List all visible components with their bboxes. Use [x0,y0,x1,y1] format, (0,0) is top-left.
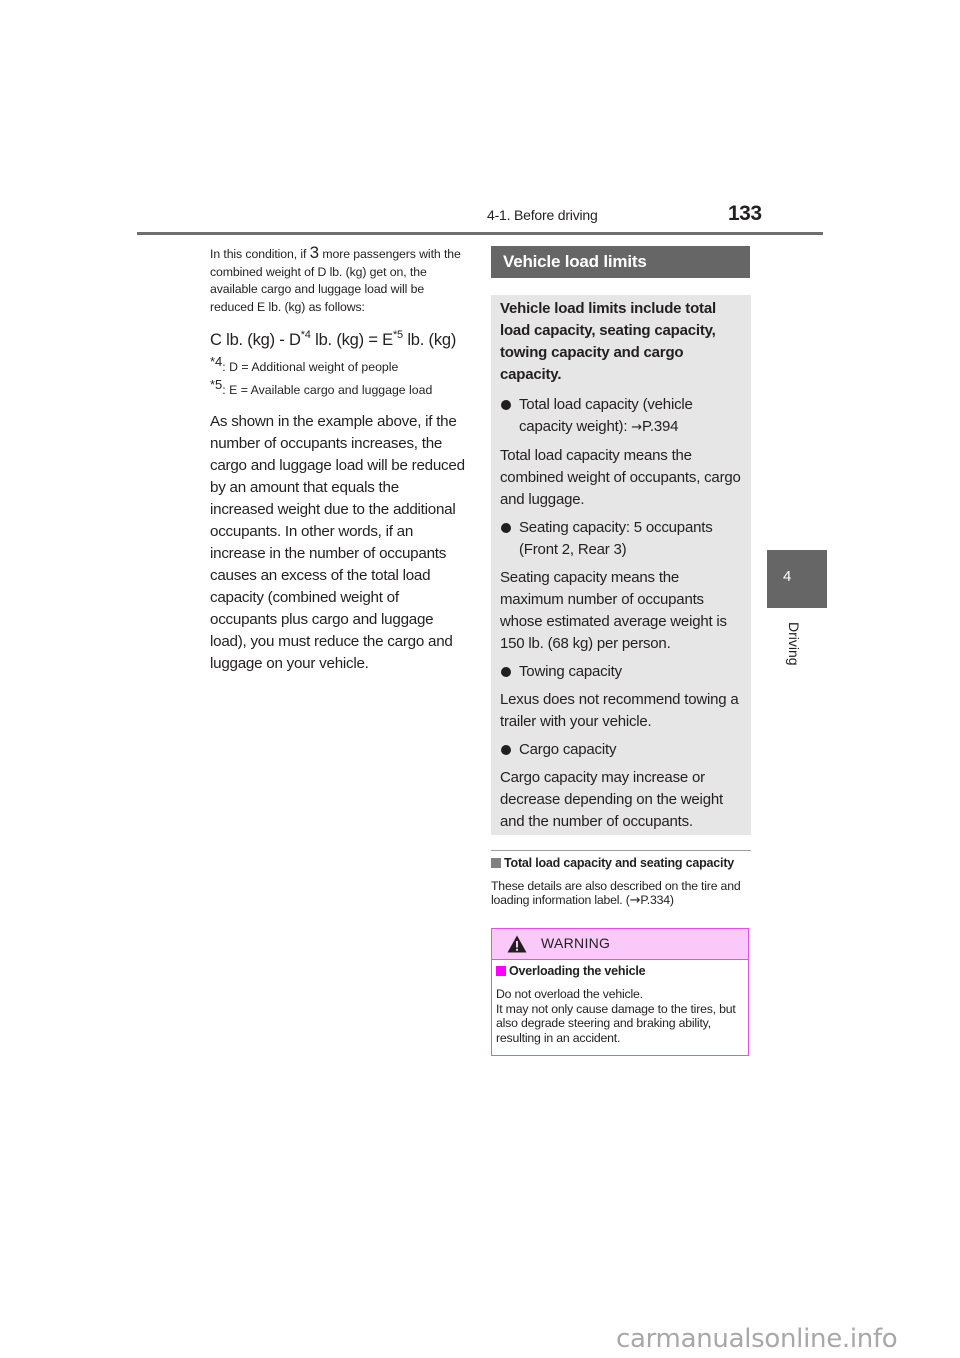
footnote-text: : E = Available cargo and luggage load [222,383,433,397]
bullet-icon [501,523,511,533]
warning-triangle-icon [507,935,527,953]
left-column: In this condition, if 3 more passengers … [210,244,466,675]
bullet-icon [501,400,511,410]
list-item: Cargo capacity [500,739,743,761]
item-description: Lexus does not recommend towing a traile… [500,691,739,730]
subsection-heading: Total load capacity and seating capacity [491,856,734,870]
item-label: Towing capacity [519,663,622,680]
list-item: Towing capacity [500,661,743,683]
warning-header: WARNING [492,929,748,960]
passenger-count: 3 [309,243,320,262]
arrow-right-icon: → [631,420,642,435]
item-description: Seating capacity means the maximum numbe… [500,569,727,652]
warning-subheading: Overloading the vehicle [496,964,646,978]
footnote-mark: *4 [210,354,223,369]
warning-line: Do not overload the vehicle. [496,987,643,1001]
formula-part: C lb. (kg) - D [210,331,301,349]
square-bullet-icon [491,858,501,868]
intro-text: In this condition, if [210,247,310,261]
warning-box: WARNING Overloading the vehicle Do not o… [491,928,749,1056]
body-text: These details are also described on the … [491,879,741,907]
summary-text: Vehicle load limits include total load c… [500,300,716,383]
formula: C lb. (kg) - D*4 lb. (kg) = E*5 lb. (kg) [210,329,466,351]
warning-body: Do not overload the vehicle. It may not … [496,987,746,1045]
chapter-label: Driving [786,622,802,666]
warning-subheading-text: Overloading the vehicle [509,964,646,978]
bullet-icon [501,745,511,755]
footnote-mark: *5 [210,377,223,392]
intro-paragraph: In this condition, if 3 more passengers … [210,244,466,316]
subsection-body: These details are also described on the … [491,879,756,908]
vehicle-load-limits-box: Vehicle load limits include total load c… [491,295,751,835]
warning-title: WARNING [541,935,611,951]
header-divider [137,232,823,235]
list-item: Seating capacity: 5 occupants (Front 2, … [500,517,743,561]
body-paragraph: As shown in the example above, if the nu… [210,413,465,672]
chapter-number: 4 [783,568,792,585]
item-description: Cargo capacity may increase or decrease … [500,769,723,830]
warning-line: It may not only cause damage to the tire… [496,1001,736,1045]
formula-part: lb. (kg) = E [310,331,393,349]
section-heading: Vehicle load limits [491,246,750,278]
footnote-ref: *4 [300,329,311,341]
bullet-icon [501,667,511,677]
formula-part: lb. (kg) [402,331,457,349]
item-description: Total load capacity means the combined w… [500,447,741,508]
body-text: ) [669,893,674,907]
arrow-right-icon: → [629,893,641,908]
footnote-text: : D = Additional weight of people [222,360,399,374]
footnote: *4: D = Additional weight of people [210,355,466,376]
subsection-title: Total load capacity and seating capacity [504,856,735,870]
page-reference-link[interactable]: P.334 [640,893,670,907]
page-number: 133 [728,202,762,225]
list-item: Total load capacity (vehicle capacity we… [500,394,743,439]
item-label: Cargo capacity [519,741,617,758]
section-title: 4-1. Before driving [487,207,598,223]
watermark[interactable]: carmanualsonline.info [616,1324,898,1354]
section-divider [491,850,751,851]
item-label: Seating capacity: 5 occupants (Front 2, … [519,519,713,558]
footnote: *5: E = Available cargo and luggage load [210,378,466,399]
page-reference-link[interactable]: P.394 [642,418,678,435]
chapter-tab[interactable]: 4 [767,550,827,608]
square-bullet-icon [496,966,506,976]
footnote-ref: *5 [392,329,403,341]
